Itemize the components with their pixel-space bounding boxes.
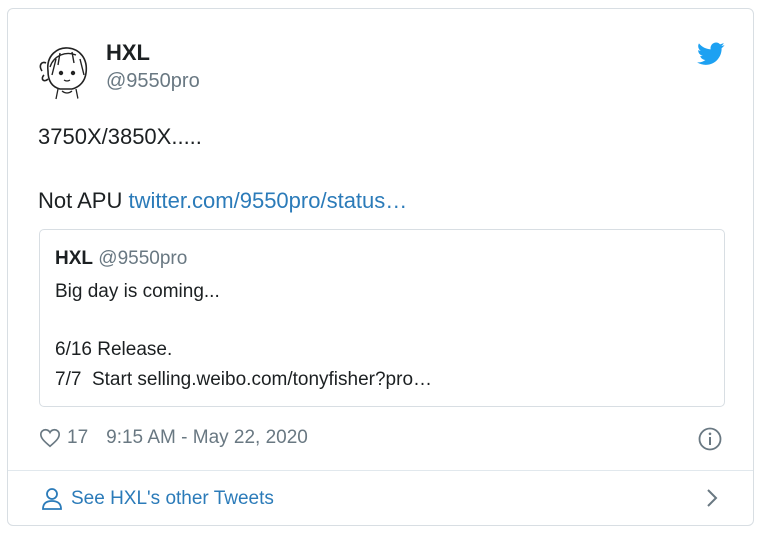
quoted-author-name: HXL: [55, 248, 93, 269]
quoted-text-line3: 7/7 Start selling.weibo.com/tonyfisher?p…: [55, 369, 433, 390]
tweet-status-link[interactable]: twitter.com/9550pro/status…: [128, 188, 407, 213]
like-count[interactable]: 17: [67, 427, 88, 449]
tweet-text-line1: 3750X/3850X.....: [38, 124, 202, 149]
footer-divider: [8, 470, 753, 471]
author-name[interactable]: HXL: [106, 40, 150, 66]
avatar[interactable]: [36, 41, 96, 101]
heart-icon[interactable]: [39, 427, 61, 449]
see-other-tweets-link[interactable]: See HXL's other Tweets: [41, 487, 274, 511]
tweet-meta: 17 9:15 AM - May 22, 2020: [39, 427, 308, 449]
twitter-bird-icon[interactable]: [697, 42, 725, 66]
person-icon: [42, 488, 62, 510]
quoted-author-handle: @9550pro: [98, 248, 188, 269]
quoted-text-line1: Big day is coming...: [55, 281, 220, 302]
chevron-right-icon[interactable]: [703, 487, 721, 509]
see-other-tweets-label[interactable]: See HXL's other Tweets: [71, 488, 274, 510]
author-handle[interactable]: @9550pro: [106, 70, 200, 93]
embedded-tweet-card: HXL @9550pro 3750X/3850X..... Not APU tw…: [7, 8, 754, 526]
info-icon[interactable]: [698, 427, 722, 451]
tweet-text-prefix: Not APU: [38, 188, 129, 213]
tweet-text-line2: Not APU twitter.com/9550pro/status…: [38, 185, 407, 217]
tweet-timestamp[interactable]: 9:15 AM - May 22, 2020: [106, 427, 308, 449]
quoted-tweet[interactable]: HXL @9550pro Big day is coming... 6/16 R…: [39, 229, 725, 407]
quoted-tweet-header: HXL @9550pro: [55, 248, 187, 270]
quoted-text-line2: 6/16 Release.: [55, 339, 173, 360]
